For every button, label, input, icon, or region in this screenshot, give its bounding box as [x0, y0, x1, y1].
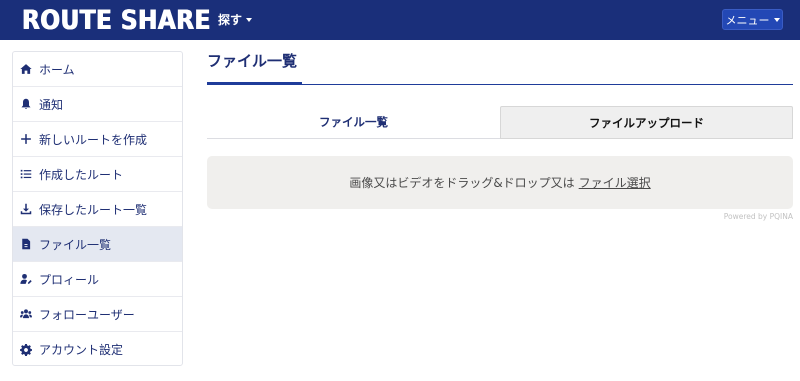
powered-by-credit[interactable]: Powered by PQINA: [700, 212, 793, 221]
search-dropdown[interactable]: 探す: [218, 11, 253, 28]
sidebar-item-label: 新しいルートを作成: [39, 132, 148, 147]
plus-icon: [19, 132, 33, 146]
sidebar-item-account-settings[interactable]: アカウント設定: [13, 332, 182, 365]
title-underline: [207, 82, 302, 85]
tab-file-list[interactable]: ファイル一覧: [207, 106, 500, 139]
sidebar-item-label: フォローユーザー: [39, 307, 135, 322]
sidebar-item-saved-routes[interactable]: 保存したルート一覧: [13, 192, 182, 227]
caret-down-icon: [246, 17, 253, 22]
users-icon: [19, 307, 33, 321]
brand-logo[interactable]: ROUTE SHARE: [22, 5, 211, 36]
sidebar-item-label: プロィール: [39, 272, 100, 287]
sidebar-item-home[interactable]: ホーム: [13, 52, 182, 87]
sidebar-item-label: 保存したルート一覧: [39, 202, 148, 217]
page-title: ファイル一覧: [207, 52, 298, 70]
download-icon: [19, 202, 33, 216]
sidebar-item-label: アカウント設定: [39, 343, 124, 357]
list-icon: [19, 167, 33, 181]
sidebar: ホーム 通知 新しいルートを作成 作成したルート 保存したルート一覧 ファイル一…: [12, 51, 183, 366]
sidebar-item-notifications[interactable]: 通知: [13, 87, 182, 122]
search-dropdown-label: 探す: [218, 13, 243, 27]
menu-button-label: メニュー: [725, 13, 770, 27]
tab-file-upload[interactable]: ファイルアップロード: [500, 106, 793, 139]
browse-files-link[interactable]: ファイル選択: [579, 174, 651, 191]
sidebar-item-following[interactable]: フォローユーザー: [13, 297, 182, 332]
top-navbar: ROUTE SHARE 探す メニュー: [0, 0, 800, 40]
caret-down-icon: [773, 17, 780, 22]
sidebar-item-profile[interactable]: プロィール: [13, 262, 182, 297]
sidebar-item-created-routes[interactable]: 作成したルート: [13, 157, 182, 192]
sidebar-item-label: ファイル一覧: [39, 237, 112, 252]
sidebar-item-label: 作成したルート: [39, 167, 124, 182]
bell-icon: [19, 97, 33, 111]
gear-icon: [19, 343, 33, 357]
user-edit-icon: [19, 272, 33, 286]
menu-button[interactable]: メニュー: [722, 9, 783, 30]
sidebar-item-create-route[interactable]: 新しいルートを作成: [13, 122, 182, 157]
sidebar-item-label: 通知: [39, 97, 64, 112]
home-icon: [19, 62, 33, 76]
sidebar-item-files[interactable]: ファイル一覧: [13, 227, 182, 262]
tab-bar: ファイル一覧 ファイルアップロード: [207, 106, 793, 139]
dropzone-text: 画像又はビデオをドラッグ&ドロップ又は: [349, 176, 575, 190]
file-dropzone[interactable]: 画像又はビデオをドラッグ&ドロップ又は ファイル選択: [207, 156, 793, 209]
sidebar-item-label: ホーム: [39, 62, 75, 77]
file-icon: [19, 237, 33, 251]
